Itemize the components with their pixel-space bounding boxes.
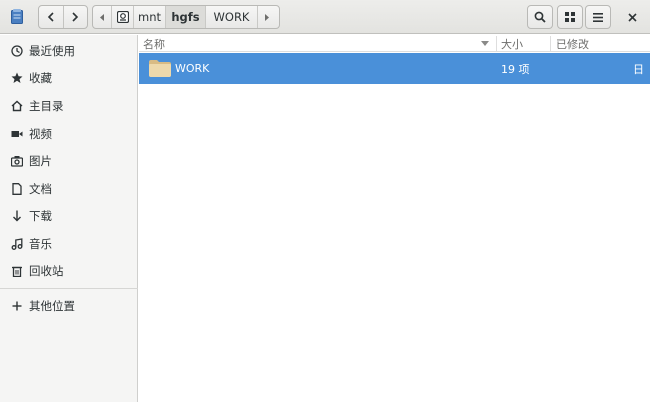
column-divider[interactable]: [550, 36, 551, 51]
sidebar-item-label: 图片: [29, 154, 52, 168]
sidebar-item-recent[interactable]: 最近使用: [0, 38, 138, 64]
close-button[interactable]: [620, 5, 644, 29]
path-bar: mnt hgfs WORK: [92, 5, 280, 29]
small-left-arrow-icon: [99, 13, 104, 21]
folder-icon: [149, 60, 171, 77]
sidebar-item-label: 收藏: [29, 71, 52, 85]
path-segment-mnt[interactable]: mnt: [133, 6, 165, 28]
sidebar-item-videos[interactable]: 视频: [0, 121, 138, 147]
hamburger-icon: [593, 12, 603, 22]
sidebar-item-documents[interactable]: 文档: [0, 176, 138, 202]
sidebar-item-other-locations[interactable]: 其他位置: [0, 293, 138, 319]
forward-button[interactable]: [62, 6, 87, 28]
small-right-arrow-icon: [265, 13, 269, 21]
sidebar-item-trash[interactable]: 回收站: [0, 258, 138, 284]
sidebar-item-downloads[interactable]: 下载: [0, 203, 138, 229]
clock-icon: [10, 44, 24, 58]
column-header-name[interactable]: 名称: [143, 35, 165, 52]
sidebar: 最近使用 收藏 主目录 视频 图片 文档 下载 音乐 回收站 其他位置: [0, 35, 138, 402]
document-icon: [10, 182, 24, 196]
sidebar-item-music[interactable]: 音乐: [0, 231, 138, 257]
menu-button[interactable]: [585, 5, 611, 29]
sidebar-item-pictures[interactable]: 图片: [0, 148, 138, 174]
sidebar-item-starred[interactable]: 收藏: [0, 65, 138, 91]
file-size: 19 项: [501, 62, 530, 76]
plus-icon: [10, 299, 24, 313]
star-icon: [10, 71, 24, 85]
sidebar-item-label: 其他位置: [29, 299, 75, 313]
sidebar-item-label: 视频: [29, 127, 52, 141]
forward-icon: [72, 12, 79, 22]
path-segment-hgfs[interactable]: hgfs: [165, 6, 205, 28]
file-name: WORK: [175, 62, 210, 75]
sort-descending-icon: [481, 41, 489, 46]
video-icon: [10, 127, 24, 141]
sidebar-separator: [0, 288, 138, 289]
close-icon: [627, 12, 637, 22]
file-modified: 日: [633, 62, 644, 76]
sidebar-item-label: 下载: [29, 209, 52, 223]
column-header-size[interactable]: 大小: [501, 35, 523, 52]
path-segment-work[interactable]: WORK: [205, 6, 257, 28]
download-icon: [10, 209, 24, 223]
drive-icon: [116, 11, 129, 23]
path-scroll-right-button[interactable]: [257, 6, 275, 28]
sidebar-item-home[interactable]: 主目录: [0, 93, 138, 119]
sidebar-item-label: 回收站: [29, 264, 64, 278]
camera-icon: [10, 154, 24, 168]
search-icon: [534, 11, 546, 23]
sidebar-item-label: 主目录: [29, 99, 64, 113]
files-app-icon: [11, 9, 23, 24]
sidebar-item-label: 文档: [29, 182, 52, 196]
path-segment-drive[interactable]: [111, 6, 133, 28]
table-row[interactable]: WORK 19 项 日: [139, 53, 650, 84]
sidebar-item-label: 音乐: [29, 237, 52, 251]
path-scroll-left-button[interactable]: [93, 6, 111, 28]
music-icon: [10, 237, 24, 251]
sidebar-item-label: 最近使用: [29, 44, 75, 58]
file-list: 名称 大小 已修改 WORK 19 项 日: [139, 35, 650, 402]
header-bar: mnt hgfs WORK: [0, 0, 650, 34]
search-button[interactable]: [527, 5, 553, 29]
trash-icon: [10, 264, 24, 278]
back-icon: [47, 12, 54, 22]
home-icon: [10, 99, 24, 113]
column-header-row: 名称 大小 已修改: [139, 35, 650, 52]
grid-view-icon: [565, 12, 575, 22]
navigation-buttons: [38, 5, 88, 29]
view-toggle-button[interactable]: [557, 5, 583, 29]
column-header-modified[interactable]: 已修改: [556, 35, 589, 52]
back-button[interactable]: [39, 6, 63, 28]
column-divider[interactable]: [496, 36, 497, 51]
